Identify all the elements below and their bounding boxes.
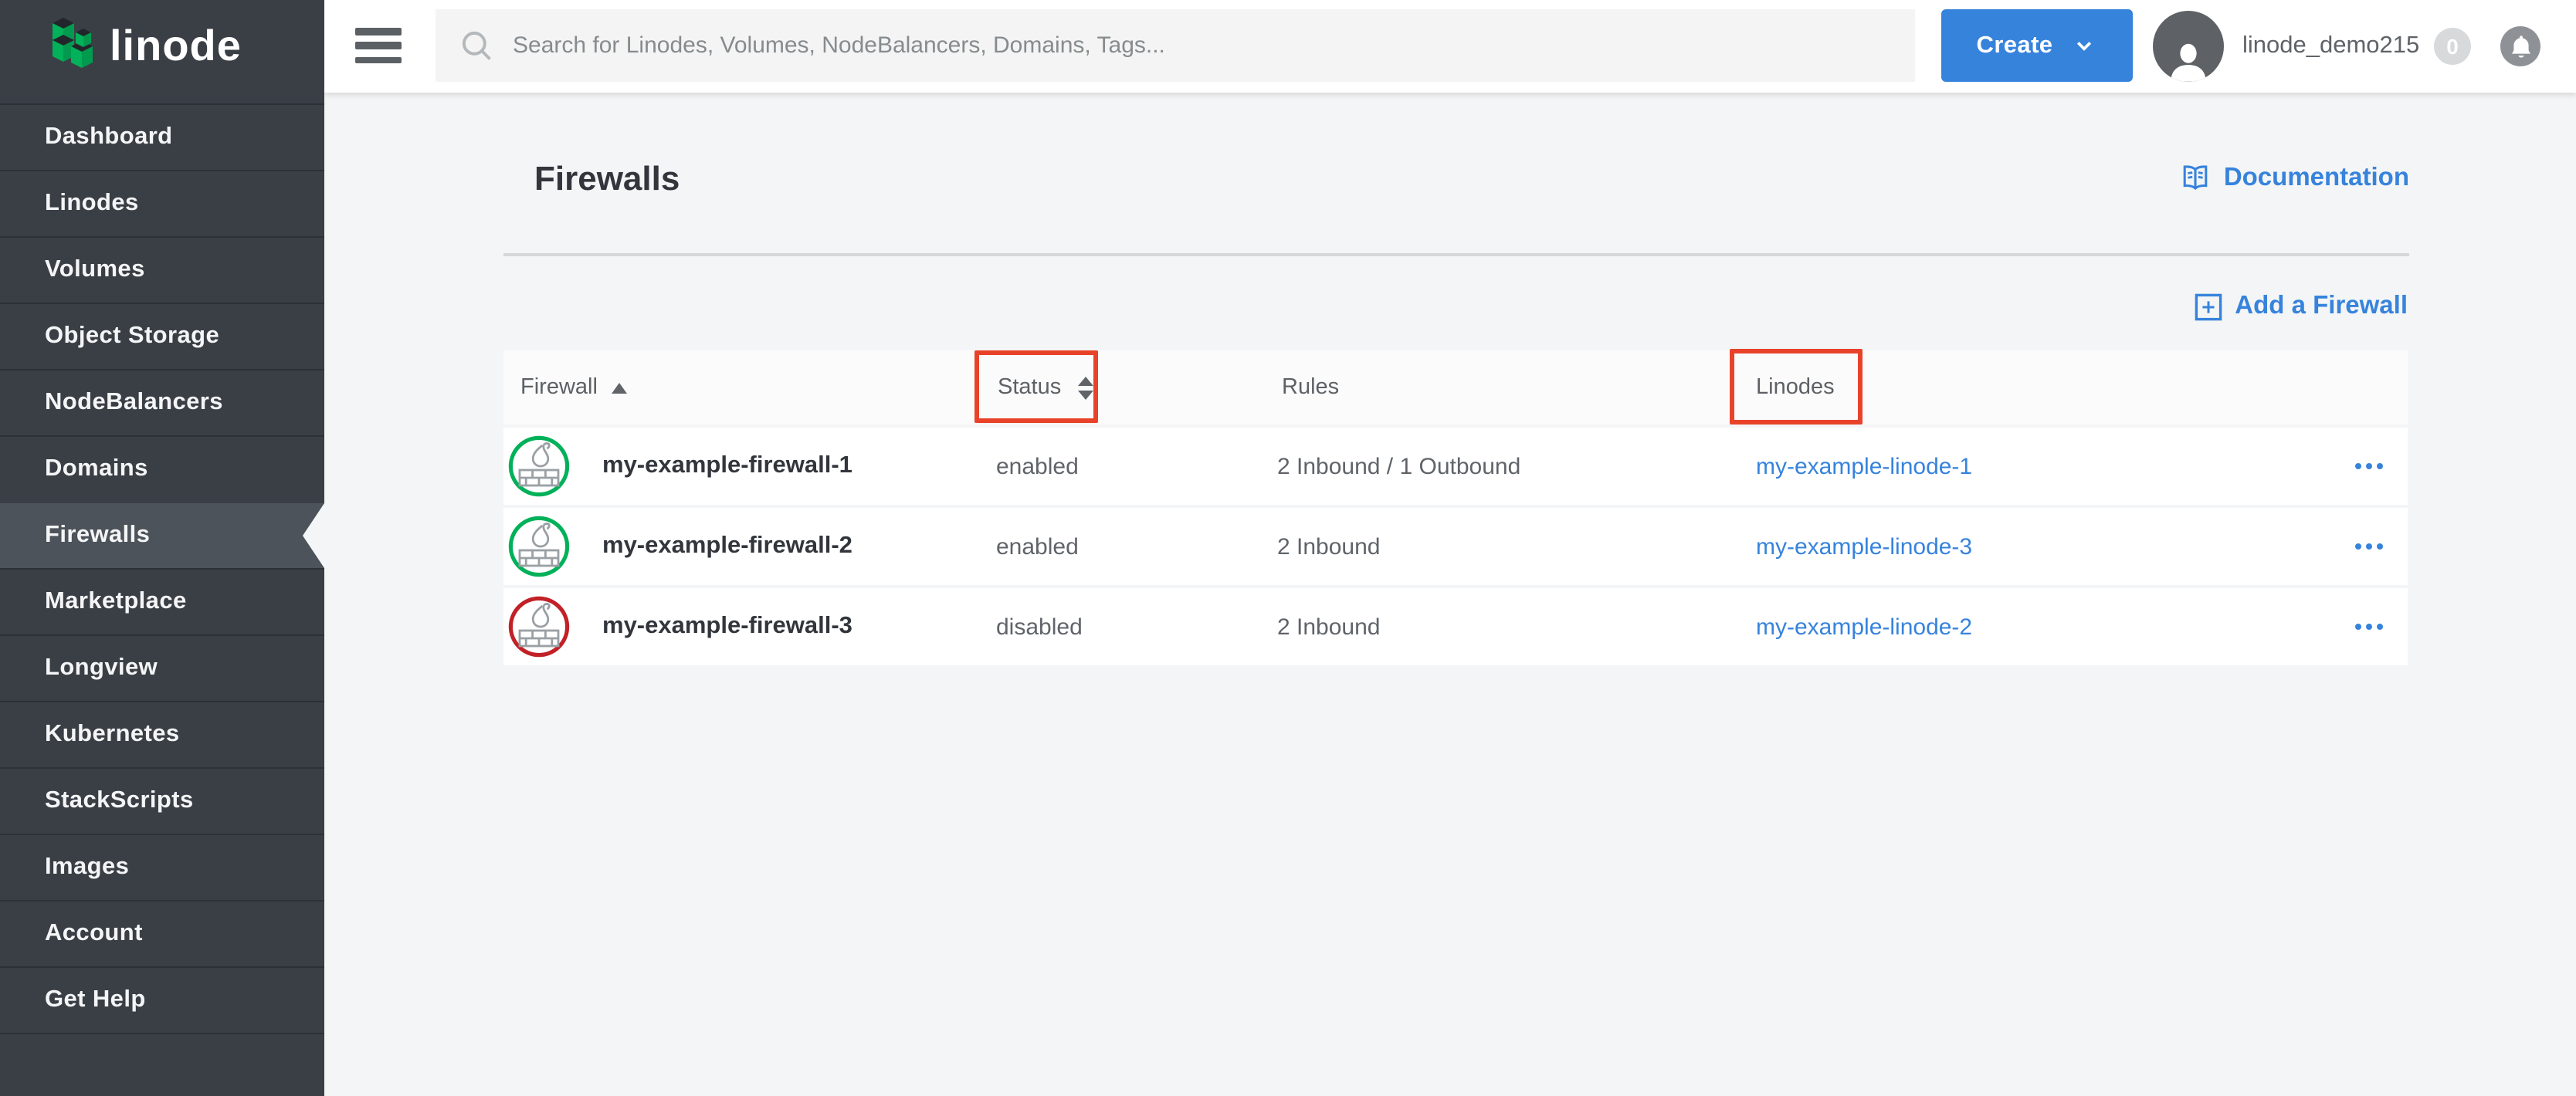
firewall-status: enabled: [996, 508, 1079, 585]
username[interactable]: linode_demo215: [2242, 0, 2419, 93]
column-header-rules: Rules: [1282, 350, 1339, 425]
linode-logo[interactable]: linode: [40, 17, 242, 76]
app-root: linode Dashboard Linodes Volumes Object …: [0, 0, 2576, 1096]
sidebar-item-stackscripts[interactable]: StackScripts: [0, 767, 324, 834]
action-menu-icon: [2354, 463, 2361, 470]
column-header-status[interactable]: Status: [998, 350, 1093, 425]
topbar: Create linode_demo215 0: [324, 0, 2576, 93]
search-icon: [457, 25, 497, 66]
sidebar-item-linodes[interactable]: Linodes: [0, 170, 324, 236]
notification-count-badge: 0: [2434, 28, 2471, 65]
sidebar-item-marketplace[interactable]: Marketplace: [0, 568, 324, 634]
sidebar-item-longview[interactable]: Longview: [0, 634, 324, 701]
row-action-menu-button[interactable]: [2354, 508, 2383, 585]
sidebar-item-label: Kubernetes: [45, 721, 180, 749]
sidebar-item-label: Linodes: [45, 190, 139, 218]
documentation-label: Documentation: [2224, 164, 2409, 193]
sort-ascending-icon: [612, 382, 627, 393]
documentation-link[interactable]: Documentation: [2178, 161, 2409, 196]
sidebar-nav: Dashboard Linodes Volumes Object Storage…: [0, 103, 324, 1034]
firewalls-table: Firewall Status Rules Linodes: [503, 350, 2408, 665]
sidebar-item-kubernetes[interactable]: Kubernetes: [0, 701, 324, 767]
firewall-name: my-example-firewall-2: [602, 508, 852, 585]
sidebar-item-label: Marketplace: [45, 588, 187, 616]
column-label: Rules: [1282, 375, 1339, 400]
main-content: Firewalls Documentation Add a Firewall F…: [324, 93, 2576, 1096]
row-action-menu-button[interactable]: [2354, 428, 2383, 505]
bell-icon: [2509, 34, 2532, 59]
table-row: my-example-firewall-2 enabled 2 Inbound …: [503, 508, 2408, 585]
column-label: Linodes: [1756, 375, 1835, 400]
row-action-menu-button[interactable]: [2354, 588, 2383, 665]
sidebar-item-domains[interactable]: Domains: [0, 435, 324, 502]
firewall-rules: 2 Inbound: [1277, 508, 1380, 585]
chevron-down-icon: [2071, 32, 2097, 59]
page-title: Firewalls: [534, 159, 680, 199]
linode-link[interactable]: my-example-linode-2: [1756, 588, 1972, 665]
sidebar-item-label: NodeBalancers: [45, 389, 223, 417]
action-menu-icon: [2354, 543, 2361, 550]
sidebar-item-label: Longview: [45, 655, 158, 682]
sidebar-item-dashboard[interactable]: Dashboard: [0, 103, 324, 170]
create-button-label: Create: [1977, 32, 2053, 59]
hamburger-menu-icon: [355, 28, 402, 35]
action-menu-icon: [2354, 624, 2361, 631]
add-firewall-link[interactable]: Add a Firewall: [2195, 292, 2408, 321]
column-label: Firewall: [520, 375, 598, 400]
sidebar-item-label: Volumes: [45, 256, 145, 284]
table-header-row: Firewall Status Rules Linodes: [503, 350, 2408, 425]
sidebar-divider: [0, 1033, 324, 1034]
sidebar-item-images[interactable]: Images: [0, 834, 324, 900]
linode-logo-text: linode: [110, 17, 242, 76]
hamburger-menu-button[interactable]: [355, 28, 402, 63]
header-divider: [503, 253, 2409, 256]
linode-logo-icon: [40, 17, 99, 76]
sort-icon: [1078, 376, 1093, 399]
notifications-bell-button[interactable]: [2500, 26, 2540, 66]
linode-link[interactable]: my-example-linode-3: [1756, 508, 1972, 585]
firewall-enabled-icon: [508, 508, 570, 585]
create-button[interactable]: Create: [1941, 9, 2133, 82]
sidebar-item-firewalls[interactable]: Firewalls: [0, 502, 324, 568]
search-bar: [436, 9, 1915, 82]
sidebar-item-label: Get Help: [45, 986, 146, 1014]
sidebar: linode Dashboard Linodes Volumes Object …: [0, 0, 324, 1096]
avatar-icon: [2165, 39, 2212, 82]
firewall-name: my-example-firewall-3: [602, 588, 852, 665]
avatar[interactable]: [2153, 11, 2224, 82]
sidebar-item-account[interactable]: Account: [0, 900, 324, 966]
sidebar-item-label: Firewalls: [45, 522, 150, 550]
firewall-disabled-icon: [508, 588, 570, 665]
sidebar-item-nodebalancers[interactable]: NodeBalancers: [0, 369, 324, 435]
book-icon: [2178, 161, 2213, 196]
sidebar-item-label: Images: [45, 854, 129, 881]
sidebar-item-label: Account: [45, 920, 143, 948]
column-header-firewall[interactable]: Firewall: [520, 350, 627, 425]
firewall-enabled-icon: [508, 428, 570, 505]
search-input[interactable]: [513, 32, 1893, 59]
sidebar-item-label: Object Storage: [45, 323, 219, 350]
sidebar-item-get-help[interactable]: Get Help: [0, 966, 324, 1033]
firewall-rules: 2 Inbound / 1 Outbound: [1277, 428, 1520, 505]
linode-link[interactable]: my-example-linode-1: [1756, 428, 1972, 505]
table-row: my-example-firewall-3 disabled 2 Inbound…: [503, 588, 2408, 665]
column-header-linodes: Linodes: [1756, 350, 1835, 425]
firewall-name: my-example-firewall-1: [602, 428, 852, 505]
column-label: Status: [998, 375, 1061, 400]
table-row: my-example-firewall-1 enabled 2 Inbound …: [503, 428, 2408, 505]
sidebar-item-label: Dashboard: [45, 123, 173, 151]
firewall-status: disabled: [996, 588, 1083, 665]
sidebar-item-label: StackScripts: [45, 787, 194, 815]
firewall-rules: 2 Inbound: [1277, 588, 1380, 665]
sidebar-item-label: Domains: [45, 455, 148, 483]
add-firewall-label: Add a Firewall: [2235, 292, 2408, 321]
plus-box-icon: [2195, 293, 2222, 320]
sidebar-item-volumes[interactable]: Volumes: [0, 236, 324, 303]
sidebar-item-object-storage[interactable]: Object Storage: [0, 303, 324, 369]
firewall-status: enabled: [996, 428, 1079, 505]
